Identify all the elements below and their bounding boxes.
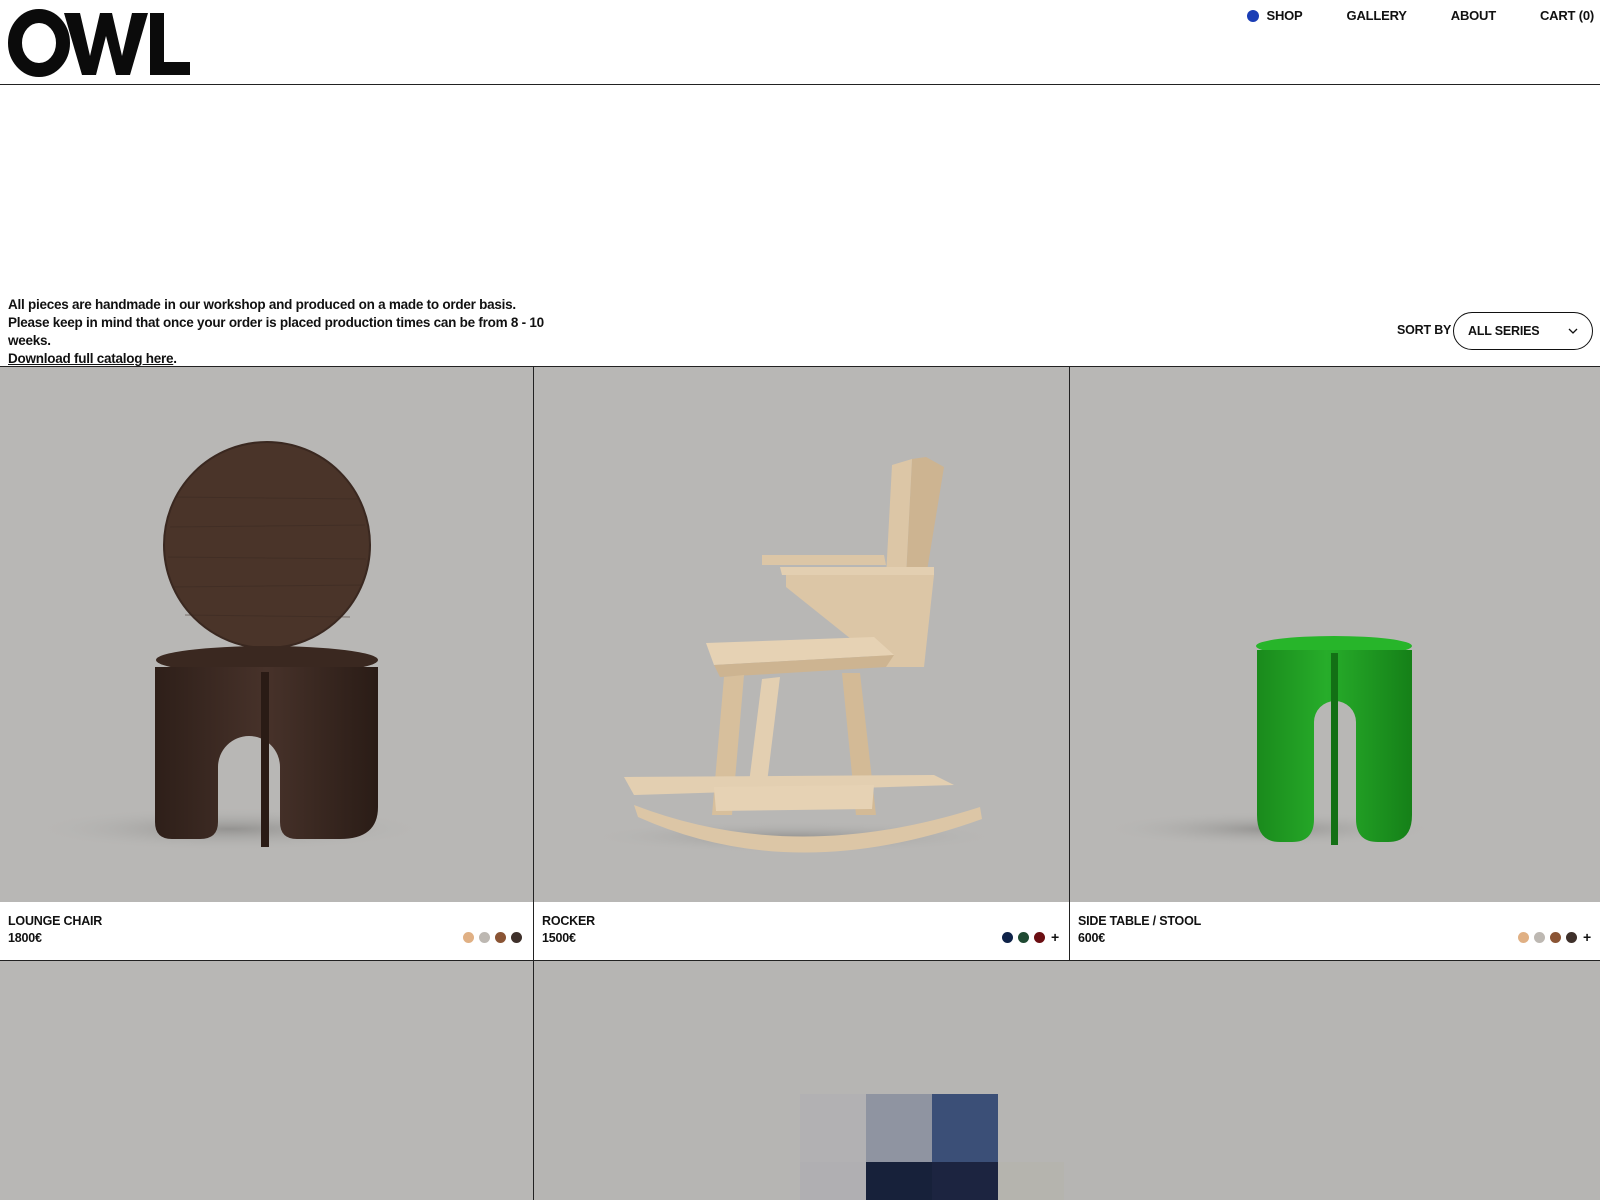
color-swatch-oak[interactable] [463, 932, 474, 943]
color-swatch-oak[interactable] [1518, 932, 1530, 943]
product-info: LOUNGE CHAIR 1800€ [0, 902, 533, 960]
product-image-side-table-stool[interactable] [1070, 367, 1600, 902]
nav-gallery[interactable]: GALLERY [1347, 8, 1407, 23]
intro-link-suffix: . [173, 351, 177, 366]
nav-about[interactable]: ABOUT [1451, 8, 1496, 23]
nav-cart-label: CART (0) [1539, 8, 1594, 23]
color-swatch-grey[interactable] [1534, 932, 1546, 943]
product-name[interactable]: ROCKER [542, 914, 595, 928]
color-swatch-walnut[interactable] [1550, 932, 1562, 943]
color-swatches [458, 932, 522, 943]
product-info: SIDE TABLE / STOOL 600€ + [1070, 902, 1600, 960]
nav-shop-label: SHOP [1266, 8, 1303, 23]
site-header: SHOP GALLERY ABOUT CART (0) [0, 0, 1600, 85]
product-image-lounge-chair[interactable] [0, 367, 533, 902]
color-swatch-dark[interactable] [1566, 932, 1578, 943]
color-swatch-forest[interactable] [1018, 932, 1030, 943]
product-price: 600€ [1078, 931, 1106, 945]
product-name[interactable]: LOUNGE CHAIR [8, 914, 102, 928]
product-name[interactable]: SIDE TABLE / STOOL [1078, 914, 1201, 928]
more-colors-button[interactable]: + [1051, 930, 1059, 944]
product-card[interactable] [534, 961, 1600, 1200]
intro-text: All pieces are handmade in our workshop … [8, 296, 548, 368]
nav-about-label: ABOUT [1450, 8, 1496, 23]
intro-body: All pieces are handmade in our workshop … [8, 297, 544, 348]
color-swatches: + [997, 930, 1059, 944]
color-swatch-grey[interactable] [479, 932, 490, 943]
product-price: 1500€ [542, 931, 576, 945]
product-card[interactable]: SIDE TABLE / STOOL 600€ + [1070, 367, 1600, 960]
product-image-loading[interactable] [0, 961, 533, 1200]
product-image-loading[interactable] [534, 961, 1600, 1200]
color-swatch-walnut[interactable] [495, 932, 506, 943]
download-catalog-link[interactable]: Download full catalog here [8, 351, 174, 366]
color-swatch-navy[interactable] [1002, 932, 1014, 943]
product-card[interactable]: LOUNGE CHAIR 1800€ [0, 367, 534, 960]
nav-gallery-label: GALLERY [1346, 8, 1407, 23]
color-swatches: + [1513, 930, 1591, 944]
chevron-down-icon [1568, 328, 1578, 334]
product-image-rocker[interactable] [534, 367, 1069, 902]
series-select[interactable]: ALL SERIES [1453, 312, 1593, 350]
sort-by-label: SORT BY [1397, 323, 1452, 337]
series-select-value: ALL SERIES [1468, 324, 1540, 338]
owl-logo[interactable] [8, 8, 190, 78]
color-swatch-burgundy[interactable] [1034, 932, 1046, 943]
active-dot-icon [1247, 9, 1260, 22]
more-colors-button[interactable]: + [1583, 930, 1591, 944]
product-price: 1800€ [8, 931, 42, 945]
color-swatch-dark[interactable] [511, 932, 522, 943]
main-nav: SHOP GALLERY ABOUT CART (0) [1247, 8, 1594, 23]
product-card[interactable]: ROCKER 1500€ + [534, 367, 1070, 960]
nav-cart[interactable]: CART (0) [1540, 8, 1594, 23]
product-info: ROCKER 1500€ + [534, 902, 1069, 960]
product-card[interactable] [0, 961, 534, 1200]
nav-shop[interactable]: SHOP [1247, 8, 1303, 23]
